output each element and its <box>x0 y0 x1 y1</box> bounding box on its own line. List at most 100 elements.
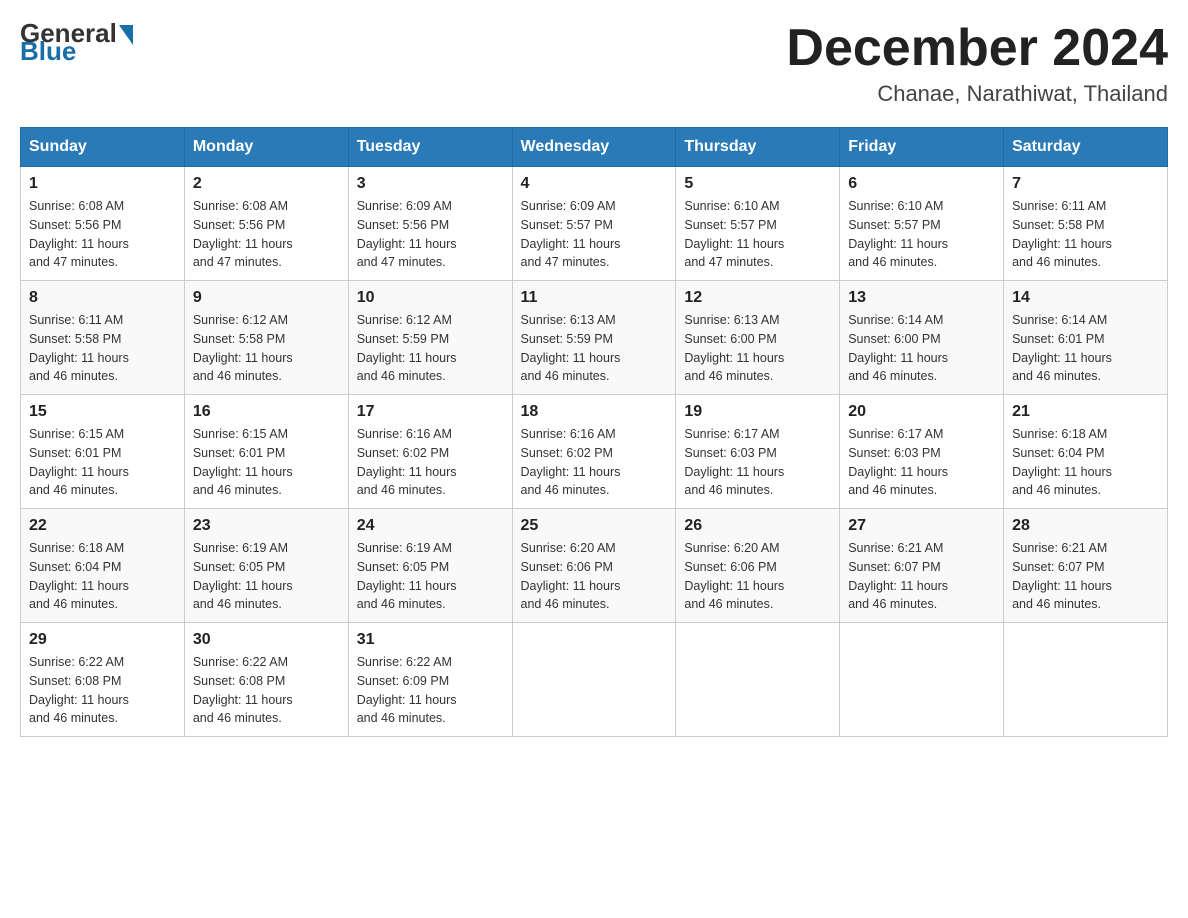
day-number: 24 <box>357 517 504 535</box>
weekday-header-wednesday: Wednesday <box>512 128 676 167</box>
week-row-4: 22Sunrise: 6:18 AMSunset: 6:04 PMDayligh… <box>21 509 1168 623</box>
calendar-cell: 12Sunrise: 6:13 AMSunset: 6:00 PMDayligh… <box>676 281 840 395</box>
week-row-2: 8 Sunrise: 6:11 AMSunset: 5:58 PMDaylight… <box>21 281 1168 395</box>
calendar-cell: 24 Sunrise: 6:19 AMSunset: 6:05 PMDayligh… <box>348 509 512 623</box>
calendar-cell: 8 Sunrise: 6:11 AMSunset: 5:58 PMDaylight… <box>21 281 185 395</box>
logo-triangle-icon <box>119 25 133 45</box>
day-number: 1 <box>29 175 176 193</box>
day-info: Sunrise: 6:11 AMSunset: 5:58 PMDaylight:… <box>29 311 176 386</box>
calendar-cell: 4 Sunrise: 6:09 AMSunset: 5:57 PMDaylight… <box>512 167 676 281</box>
day-info: Sunrise: 6:20 AMSunset: 6:06 PMDaylight:… <box>684 539 831 614</box>
day-info: Sunrise: 6:10 AMSunset: 5:57 PMDaylight:… <box>848 197 995 272</box>
calendar-cell: 30 Sunrise: 6:22 AMSunset: 6:08 PMDayligh… <box>184 623 348 737</box>
day-number: 6 <box>848 175 995 193</box>
day-number: 5 <box>684 175 831 193</box>
day-number: 20 <box>848 403 995 421</box>
day-number: 19 <box>684 403 831 421</box>
calendar-cell <box>840 623 1004 737</box>
calendar-cell: 1 Sunrise: 6:08 AMSunset: 5:56 PMDaylight… <box>21 167 185 281</box>
day-info: Sunrise: 6:22 AMSunset: 6:09 PMDaylight:… <box>357 653 504 728</box>
day-info: Sunrise: 6:08 AMSunset: 5:56 PMDaylight:… <box>29 197 176 272</box>
month-title: December 2024 <box>786 20 1168 77</box>
calendar-cell: 16 Sunrise: 6:15 AMSunset: 6:01 PMDayligh… <box>184 395 348 509</box>
day-number: 26 <box>684 517 831 535</box>
weekday-header-sunday: Sunday <box>21 128 185 167</box>
weekday-header-thursday: Thursday <box>676 128 840 167</box>
day-info: Sunrise: 6:09 AMSunset: 5:57 PMDaylight:… <box>521 197 668 272</box>
day-info: Sunrise: 6:14 AMSunset: 6:00 PMDaylight:… <box>848 311 995 386</box>
day-number: 15 <box>29 403 176 421</box>
day-info: Sunrise: 6:22 AMSunset: 6:08 PMDaylight:… <box>29 653 176 728</box>
day-info: Sunrise: 6:08 AMSunset: 5:56 PMDaylight:… <box>193 197 340 272</box>
day-info: Sunrise: 6:15 AMSunset: 6:01 PMDaylight:… <box>29 425 176 500</box>
weekday-header-saturday: Saturday <box>1004 128 1168 167</box>
calendar-table: SundayMondayTuesdayWednesdayThursdayFrid… <box>20 127 1168 737</box>
title-section: December 2024 Chanae, Narathiwat, Thaila… <box>786 20 1168 107</box>
day-number: 30 <box>193 631 340 649</box>
weekday-header-tuesday: Tuesday <box>348 128 512 167</box>
day-info: Sunrise: 6:22 AMSunset: 6:08 PMDaylight:… <box>193 653 340 728</box>
calendar-cell: 5 Sunrise: 6:10 AMSunset: 5:57 PMDaylight… <box>676 167 840 281</box>
calendar-cell: 28Sunrise: 6:21 AMSunset: 6:07 PMDayligh… <box>1004 509 1168 623</box>
calendar-cell: 17 Sunrise: 6:16 AMSunset: 6:02 PMDayligh… <box>348 395 512 509</box>
calendar-cell: 11 Sunrise: 6:13 AMSunset: 5:59 PMDayligh… <box>512 281 676 395</box>
day-number: 25 <box>521 517 668 535</box>
day-number: 29 <box>29 631 176 649</box>
calendar-cell: 15 Sunrise: 6:15 AMSunset: 6:01 PMDayligh… <box>21 395 185 509</box>
calendar-cell: 6 Sunrise: 6:10 AMSunset: 5:57 PMDaylight… <box>840 167 1004 281</box>
logo: General Blue <box>20 20 135 64</box>
day-info: Sunrise: 6:19 AMSunset: 6:05 PMDaylight:… <box>357 539 504 614</box>
day-info: Sunrise: 6:14 AMSunset: 6:01 PMDaylight:… <box>1012 311 1159 386</box>
day-info: Sunrise: 6:13 AMSunset: 5:59 PMDaylight:… <box>521 311 668 386</box>
day-number: 9 <box>193 289 340 307</box>
week-row-5: 29 Sunrise: 6:22 AMSunset: 6:08 PMDayligh… <box>21 623 1168 737</box>
calendar-cell: 22Sunrise: 6:18 AMSunset: 6:04 PMDayligh… <box>21 509 185 623</box>
day-info: Sunrise: 6:09 AMSunset: 5:56 PMDaylight:… <box>357 197 504 272</box>
day-number: 12 <box>684 289 831 307</box>
day-number: 21 <box>1012 403 1159 421</box>
calendar-cell: 21 Sunrise: 6:18 AMSunset: 6:04 PMDayligh… <box>1004 395 1168 509</box>
day-info: Sunrise: 6:19 AMSunset: 6:05 PMDaylight:… <box>193 539 340 614</box>
day-number: 16 <box>193 403 340 421</box>
day-info: Sunrise: 6:15 AMSunset: 6:01 PMDaylight:… <box>193 425 340 500</box>
calendar-cell: 23 Sunrise: 6:19 AMSunset: 6:05 PMDayligh… <box>184 509 348 623</box>
calendar-cell <box>1004 623 1168 737</box>
day-info: Sunrise: 6:12 AMSunset: 5:59 PMDaylight:… <box>357 311 504 386</box>
weekday-header-friday: Friday <box>840 128 1004 167</box>
week-row-3: 15 Sunrise: 6:15 AMSunset: 6:01 PMDayligh… <box>21 395 1168 509</box>
page-header: General Blue December 2024 Chanae, Narat… <box>20 20 1168 107</box>
calendar-cell: 25 Sunrise: 6:20 AMSunset: 6:06 PMDayligh… <box>512 509 676 623</box>
day-number: 17 <box>357 403 504 421</box>
day-info: Sunrise: 6:21 AMSunset: 6:07 PMDaylight:… <box>848 539 995 614</box>
calendar-cell: 13 Sunrise: 6:14 AMSunset: 6:00 PMDayligh… <box>840 281 1004 395</box>
day-info: Sunrise: 6:11 AMSunset: 5:58 PMDaylight:… <box>1012 197 1159 272</box>
day-number: 10 <box>357 289 504 307</box>
day-number: 4 <box>521 175 668 193</box>
day-number: 7 <box>1012 175 1159 193</box>
day-number: 8 <box>29 289 176 307</box>
day-number: 11 <box>521 289 668 307</box>
calendar-cell: 10 Sunrise: 6:12 AMSunset: 5:59 PMDayligh… <box>348 281 512 395</box>
day-number: 14 <box>1012 289 1159 307</box>
day-info: Sunrise: 6:18 AMSunset: 6:04 PMDaylight:… <box>1012 425 1159 500</box>
day-info: Sunrise: 6:16 AMSunset: 6:02 PMDaylight:… <box>357 425 504 500</box>
day-info: Sunrise: 6:16 AMSunset: 6:02 PMDaylight:… <box>521 425 668 500</box>
day-number: 3 <box>357 175 504 193</box>
day-number: 27 <box>848 517 995 535</box>
location-title: Chanae, Narathiwat, Thailand <box>786 81 1168 107</box>
day-info: Sunrise: 6:18 AMSunset: 6:04 PMDaylight:… <box>29 539 176 614</box>
day-number: 31 <box>357 631 504 649</box>
day-number: 23 <box>193 517 340 535</box>
day-info: Sunrise: 6:21 AMSunset: 6:07 PMDaylight:… <box>1012 539 1159 614</box>
day-info: Sunrise: 6:17 AMSunset: 6:03 PMDaylight:… <box>848 425 995 500</box>
calendar-cell: 20 Sunrise: 6:17 AMSunset: 6:03 PMDayligh… <box>840 395 1004 509</box>
calendar-cell: 9Sunrise: 6:12 AMSunset: 5:58 PMDaylight… <box>184 281 348 395</box>
weekday-header-row: SundayMondayTuesdayWednesdayThursdayFrid… <box>21 128 1168 167</box>
day-info: Sunrise: 6:10 AMSunset: 5:57 PMDaylight:… <box>684 197 831 272</box>
calendar-cell: 29 Sunrise: 6:22 AMSunset: 6:08 PMDayligh… <box>21 623 185 737</box>
day-info: Sunrise: 6:20 AMSunset: 6:06 PMDaylight:… <box>521 539 668 614</box>
calendar-cell: 27 Sunrise: 6:21 AMSunset: 6:07 PMDayligh… <box>840 509 1004 623</box>
day-number: 18 <box>521 403 668 421</box>
calendar-cell <box>676 623 840 737</box>
day-number: 13 <box>848 289 995 307</box>
